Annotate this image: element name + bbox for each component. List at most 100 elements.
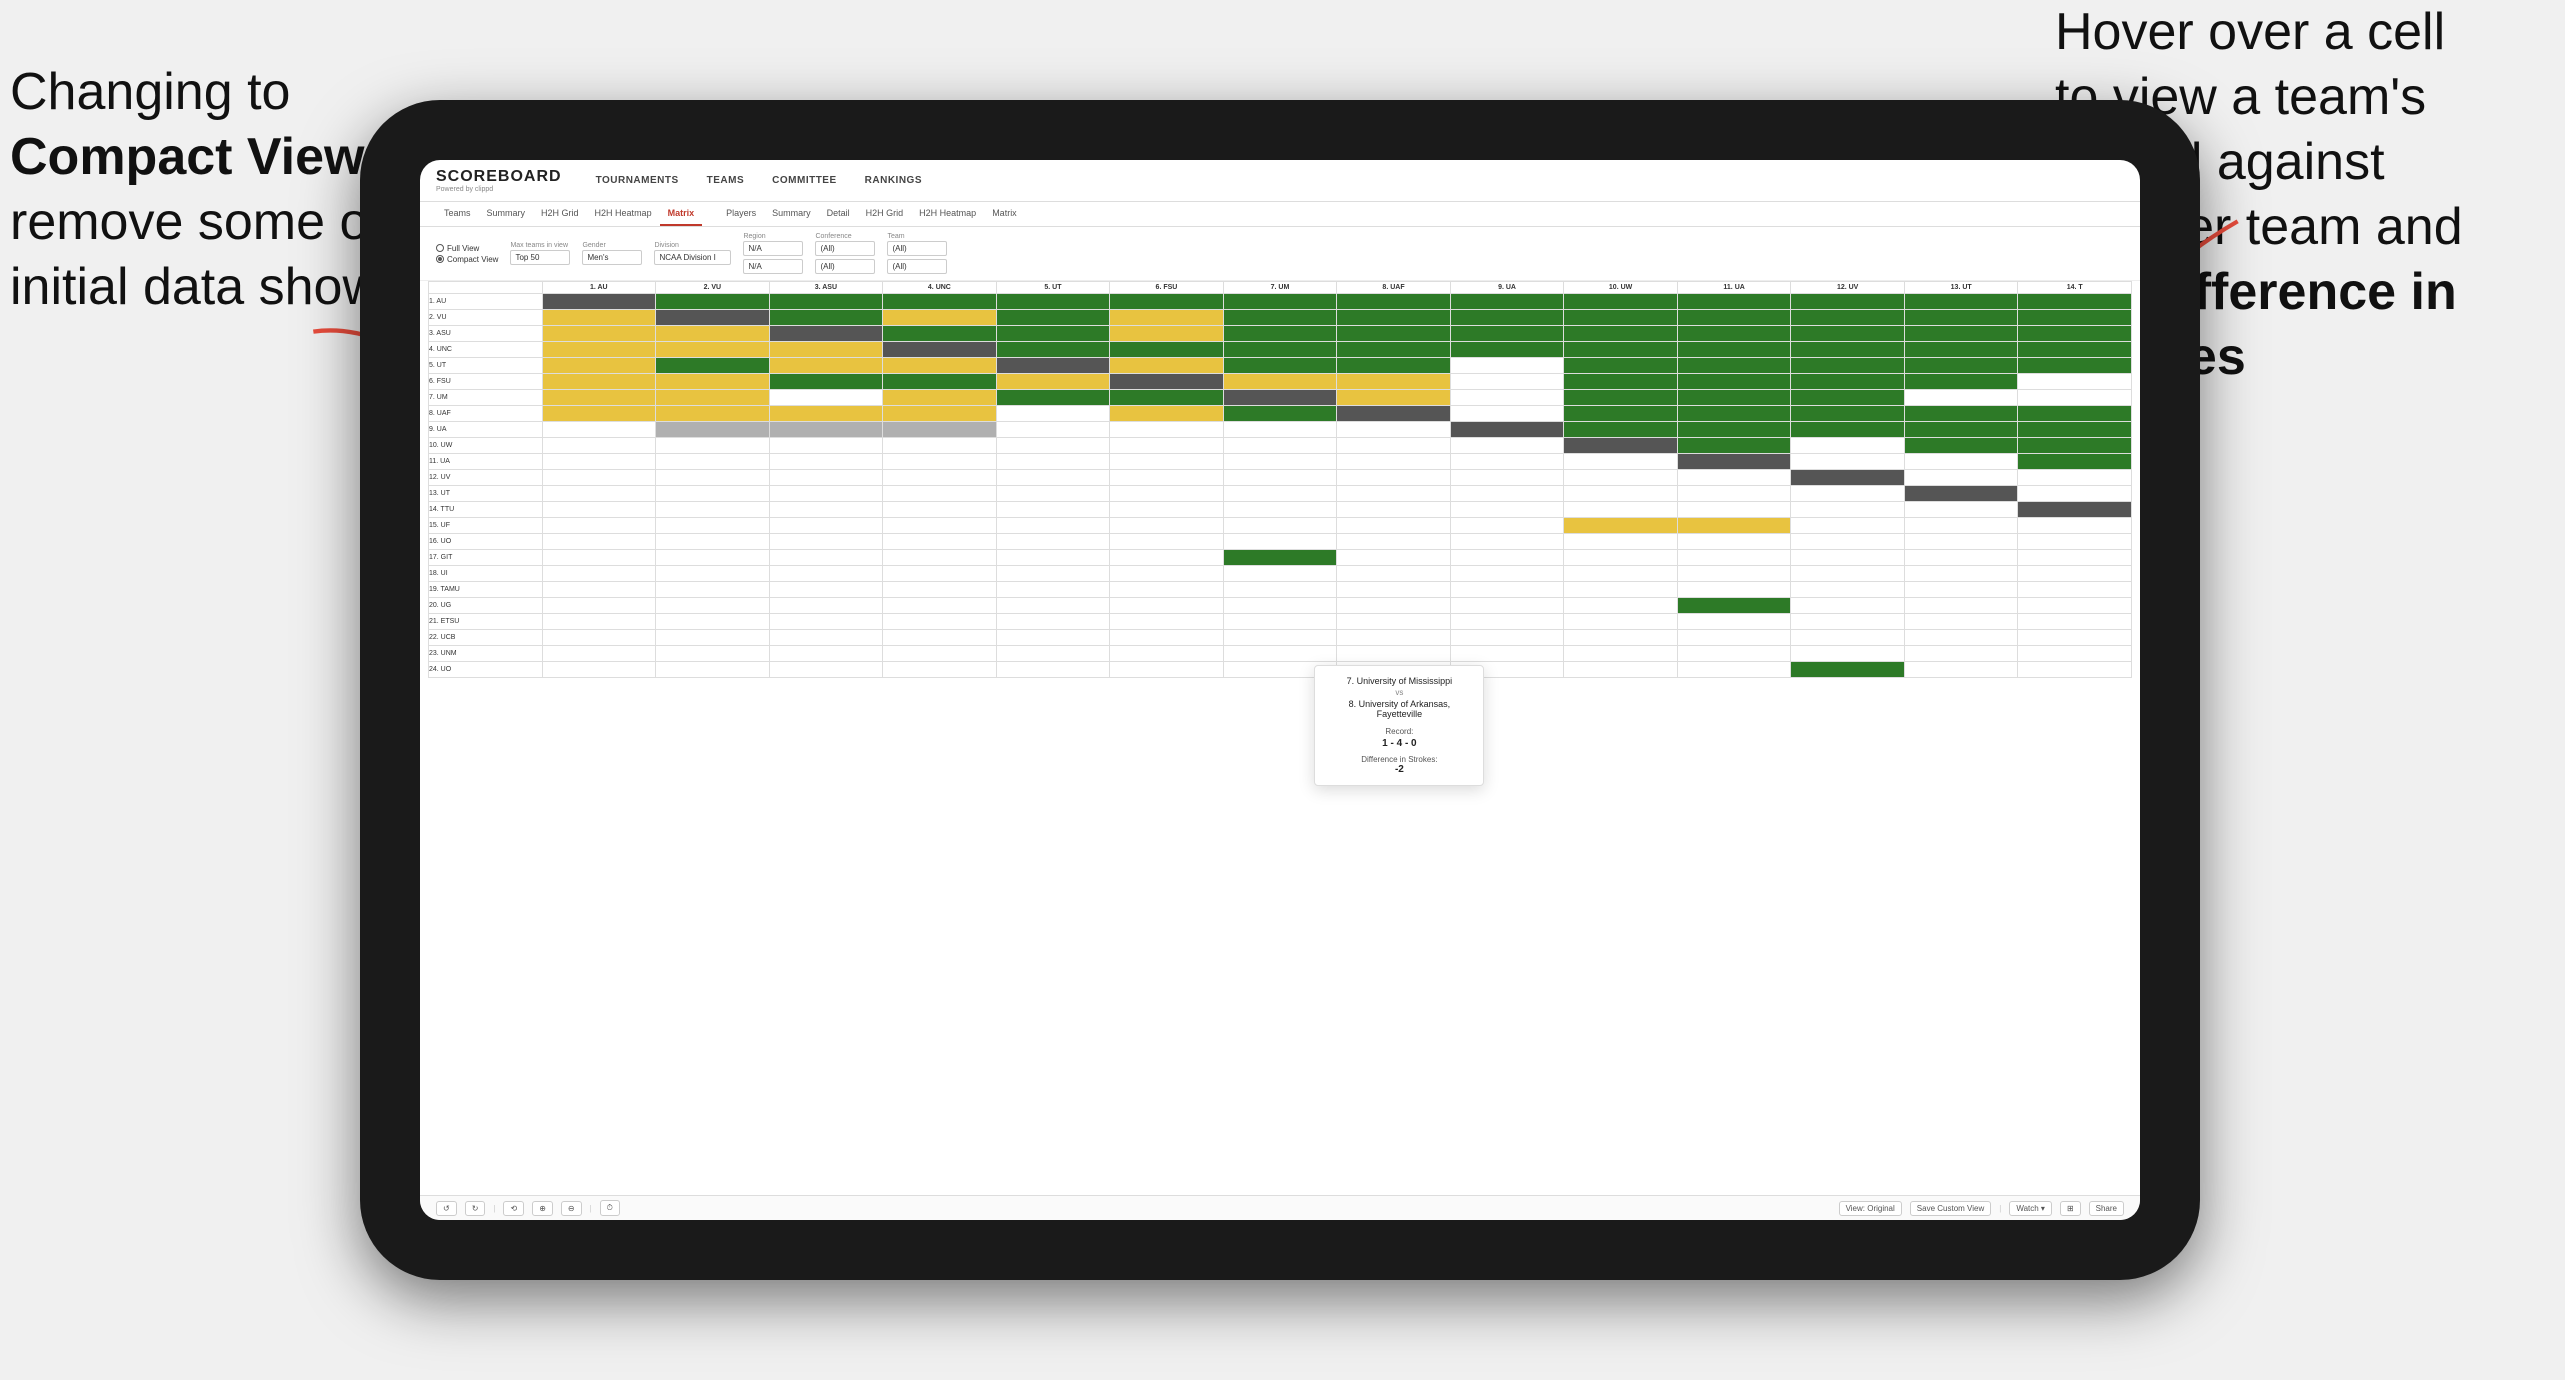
matrix-cell[interactable] <box>1677 662 1791 678</box>
matrix-cell[interactable] <box>656 486 770 502</box>
matrix-cell[interactable] <box>883 406 997 422</box>
matrix-cell[interactable] <box>1791 662 1905 678</box>
matrix-cell[interactable] <box>1110 310 1224 326</box>
matrix-cell[interactable] <box>2018 326 2132 342</box>
matrix-cell[interactable] <box>1904 614 2018 630</box>
matrix-cell[interactable] <box>542 550 656 566</box>
matrix-cell[interactable] <box>1450 422 1564 438</box>
matrix-cell[interactable] <box>2018 310 2132 326</box>
matrix-cell[interactable] <box>1564 422 1678 438</box>
matrix-cell[interactable] <box>656 454 770 470</box>
region-select-1[interactable]: N/A <box>743 241 803 256</box>
sub-tab-h2h-heatmap2[interactable]: H2H Heatmap <box>911 202 984 226</box>
sub-tab-h2h-grid2[interactable]: H2H Grid <box>858 202 912 226</box>
compact-view-radio[interactable] <box>436 255 444 263</box>
matrix-cell[interactable] <box>1223 518 1337 534</box>
matrix-cell[interactable] <box>542 454 656 470</box>
matrix-cell[interactable] <box>1564 566 1678 582</box>
matrix-cell[interactable] <box>883 358 997 374</box>
matrix-cell[interactable] <box>769 630 883 646</box>
matrix-cell[interactable] <box>1337 502 1451 518</box>
matrix-cell[interactable] <box>542 390 656 406</box>
matrix-cell[interactable] <box>542 502 656 518</box>
matrix-cell[interactable] <box>996 598 1110 614</box>
matrix-cell[interactable] <box>1223 374 1337 390</box>
matrix-cell[interactable] <box>2018 662 2132 678</box>
matrix-cell[interactable] <box>1677 438 1791 454</box>
matrix-cell[interactable] <box>1677 310 1791 326</box>
matrix-cell[interactable] <box>1791 534 1905 550</box>
matrix-cell[interactable] <box>1450 326 1564 342</box>
matrix-cell[interactable] <box>2018 294 2132 310</box>
matrix-cell[interactable] <box>996 662 1110 678</box>
matrix-cell[interactable] <box>1564 630 1678 646</box>
matrix-cell[interactable] <box>656 374 770 390</box>
matrix-cell[interactable] <box>1223 630 1337 646</box>
matrix-cell[interactable] <box>1791 438 1905 454</box>
matrix-cell[interactable] <box>883 550 997 566</box>
matrix-cell[interactable] <box>1110 406 1224 422</box>
matrix-cell[interactable] <box>996 422 1110 438</box>
matrix-cell[interactable] <box>883 502 997 518</box>
matrix-cell[interactable] <box>1337 374 1451 390</box>
matrix-cell[interactable] <box>542 614 656 630</box>
matrix-cell[interactable] <box>542 294 656 310</box>
reset-button[interactable]: ⟲ <box>503 1201 524 1216</box>
sub-tab-h2h-grid[interactable]: H2H Grid <box>533 202 587 226</box>
matrix-cell[interactable] <box>542 662 656 678</box>
matrix-cell[interactable] <box>996 438 1110 454</box>
matrix-cell[interactable] <box>1904 534 2018 550</box>
matrix-cell[interactable] <box>1110 534 1224 550</box>
matrix-cell[interactable] <box>1791 518 1905 534</box>
matrix-cell[interactable] <box>1677 486 1791 502</box>
matrix-cell[interactable] <box>1337 342 1451 358</box>
matrix-cell[interactable] <box>1677 502 1791 518</box>
matrix-cell[interactable] <box>1791 406 1905 422</box>
matrix-cell[interactable] <box>1110 646 1224 662</box>
matrix-cell[interactable] <box>1791 390 1905 406</box>
matrix-cell[interactable] <box>1450 486 1564 502</box>
matrix-cell[interactable] <box>1223 534 1337 550</box>
matrix-cell[interactable] <box>1450 310 1564 326</box>
matrix-cell[interactable] <box>769 566 883 582</box>
matrix-cell[interactable] <box>996 406 1110 422</box>
matrix-cell[interactable] <box>1110 294 1224 310</box>
matrix-cell[interactable] <box>1564 326 1678 342</box>
matrix-cell[interactable] <box>1677 342 1791 358</box>
matrix-cell[interactable] <box>1904 390 2018 406</box>
matrix-cell[interactable] <box>2018 342 2132 358</box>
matrix-cell[interactable] <box>1450 630 1564 646</box>
matrix-cell[interactable] <box>996 326 1110 342</box>
matrix-cell[interactable] <box>1564 342 1678 358</box>
matrix-cell[interactable] <box>1337 598 1451 614</box>
region-select-2[interactable]: N/A <box>743 259 803 274</box>
matrix-cell[interactable] <box>996 294 1110 310</box>
matrix-cell[interactable] <box>1677 358 1791 374</box>
matrix-cell[interactable] <box>1904 374 2018 390</box>
matrix-cell[interactable] <box>996 614 1110 630</box>
matrix-cell[interactable] <box>1223 646 1337 662</box>
sub-tab-matrix[interactable]: Matrix <box>660 202 703 226</box>
matrix-cell[interactable] <box>883 310 997 326</box>
matrix-cell[interactable] <box>1791 294 1905 310</box>
matrix-cell[interactable] <box>1904 294 2018 310</box>
matrix-cell[interactable] <box>1110 566 1224 582</box>
nav-tournaments[interactable]: TOURNAMENTS <box>594 171 681 190</box>
sub-tab-matrix2[interactable]: Matrix <box>984 202 1025 226</box>
matrix-cell[interactable] <box>2018 630 2132 646</box>
matrix-cell[interactable] <box>542 342 656 358</box>
matrix-cell[interactable] <box>2018 406 2132 422</box>
matrix-cell[interactable] <box>769 502 883 518</box>
division-select[interactable]: NCAA Division I <box>654 250 731 265</box>
matrix-cell[interactable] <box>1337 582 1451 598</box>
matrix-cell[interactable] <box>1223 406 1337 422</box>
sub-tab-players[interactable]: Players <box>718 202 764 226</box>
matrix-cell[interactable] <box>656 438 770 454</box>
sub-tab-summary[interactable]: Summary <box>479 202 534 226</box>
matrix-cell[interactable] <box>1791 630 1905 646</box>
matrix-cell[interactable] <box>656 550 770 566</box>
matrix-cell[interactable] <box>1904 438 2018 454</box>
matrix-cell[interactable] <box>1337 486 1451 502</box>
sub-tab-teams[interactable]: Teams <box>436 202 479 226</box>
sub-tab-h2h-heatmap[interactable]: H2H Heatmap <box>587 202 660 226</box>
